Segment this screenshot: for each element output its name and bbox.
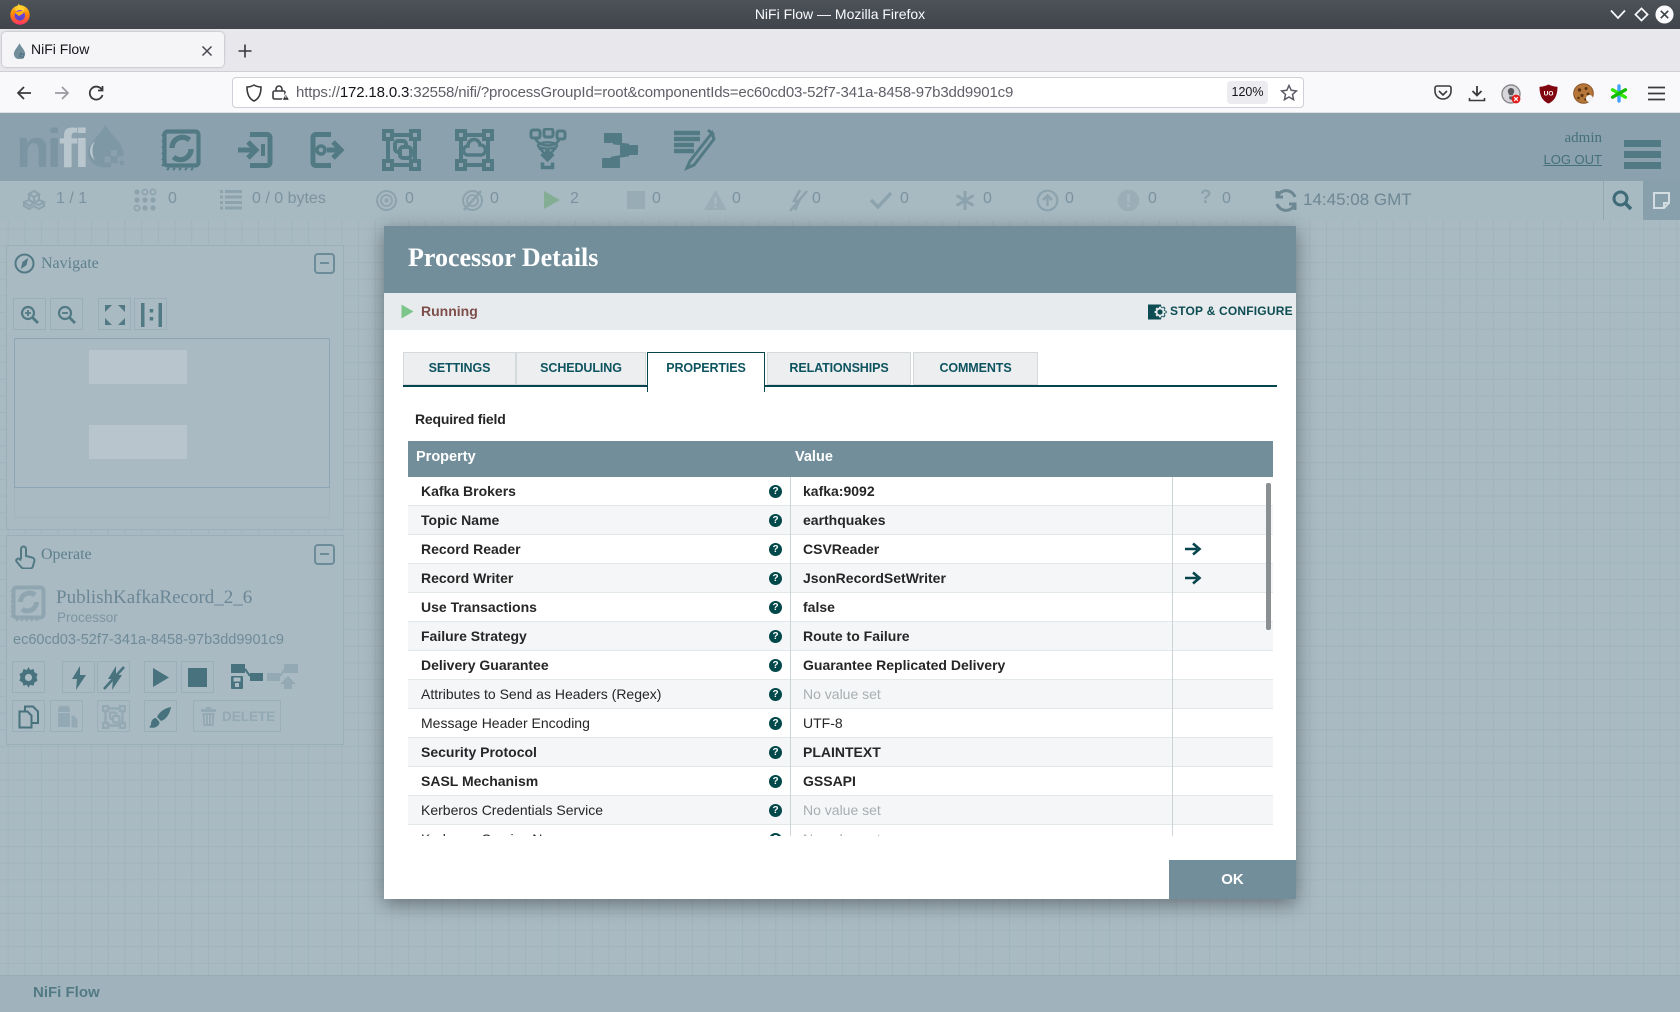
- svg-text:UO: UO: [1544, 91, 1554, 98]
